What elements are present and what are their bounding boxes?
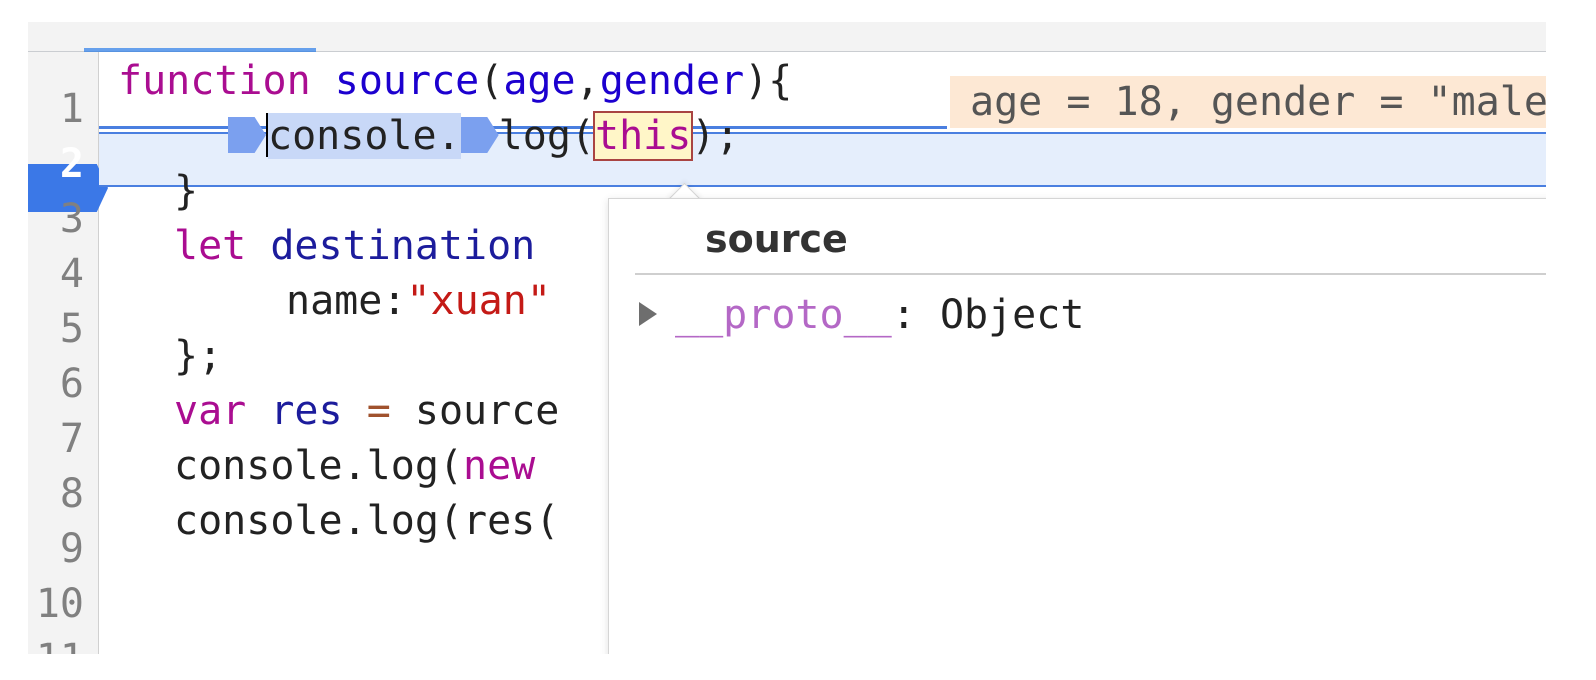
property-row-proto[interactable]: __proto__: Object xyxy=(639,289,1084,341)
step-marker-icon[interactable] xyxy=(460,117,499,153)
string-value: "xuan" xyxy=(406,278,551,324)
param-age: age xyxy=(503,58,576,104)
log-call: log( xyxy=(498,113,595,159)
line-number[interactable]: 5 xyxy=(28,302,84,357)
line-number-active[interactable]: 2 xyxy=(28,137,84,192)
file-tab-bar xyxy=(28,22,1546,52)
line-number[interactable]: 4 xyxy=(28,247,84,302)
keyword-function: function xyxy=(118,58,311,104)
line-number[interactable]: 11 xyxy=(28,632,84,654)
keyword-let: let xyxy=(174,223,247,269)
var-res: res xyxy=(270,388,343,434)
code-line-6[interactable]: }; xyxy=(174,329,222,384)
comma: , xyxy=(575,58,600,104)
code-line-8[interactable]: console.log(new xyxy=(174,439,535,494)
code-line-2[interactable]: console. log(this); xyxy=(228,109,739,164)
popover-divider xyxy=(635,273,1546,275)
operator-assign: = xyxy=(366,388,391,434)
object-preview-popover[interactable]: source __proto__: Object xyxy=(608,198,1546,654)
call-end: ); xyxy=(691,113,740,159)
code-line-7[interactable]: var res = source xyxy=(174,384,559,439)
active-tab-indicator[interactable] xyxy=(84,48,316,52)
property-value: Object xyxy=(939,292,1085,338)
property-separator: : xyxy=(891,292,916,338)
code-line-1[interactable]: function source(age,gender){ xyxy=(118,54,792,109)
code-editor: 1 2 3 4 5 6 7 8 9 10 11 age = 18, gender… xyxy=(28,22,1546,654)
line-number-gutter[interactable]: 1 2 3 4 5 6 7 8 9 10 11 xyxy=(28,52,108,654)
code-line-5[interactable]: name:"xuan" xyxy=(286,274,551,329)
step-marker-icon[interactable] xyxy=(228,117,266,153)
keyword-new: new xyxy=(462,443,536,489)
property-name: __proto__ xyxy=(675,292,892,338)
code-line-9[interactable]: console.log(res( xyxy=(174,494,559,549)
popover-title: source xyxy=(705,217,848,261)
call-source: source xyxy=(414,388,560,434)
this-keyword-hover[interactable]: this xyxy=(592,111,694,161)
var-destination: destination xyxy=(270,223,536,269)
line-number[interactable]: 10 xyxy=(28,577,84,632)
paren-open: ( xyxy=(479,58,504,104)
param-gender: gender xyxy=(599,58,745,104)
code-line-4[interactable]: let destination xyxy=(174,219,535,274)
console-token: console. xyxy=(268,113,461,159)
line-number[interactable]: 1 xyxy=(28,82,84,137)
line-number[interactable]: 9 xyxy=(28,522,84,577)
prop-key: name: xyxy=(286,278,407,324)
expand-triangle-icon[interactable] xyxy=(639,302,657,326)
paren-brace: ){ xyxy=(744,58,793,104)
line-number[interactable]: 7 xyxy=(28,412,84,467)
line-number[interactable]: 8 xyxy=(28,467,84,522)
code-line-3[interactable]: } xyxy=(174,164,198,219)
function-name: source xyxy=(334,58,480,104)
line-number[interactable]: 6 xyxy=(28,357,84,412)
console-log-call: console.log( xyxy=(174,443,463,489)
inline-variable-values: age = 18, gender = "male" xyxy=(950,76,1546,128)
keyword-var: var xyxy=(174,388,247,434)
line-number[interactable]: 3 xyxy=(28,192,84,247)
